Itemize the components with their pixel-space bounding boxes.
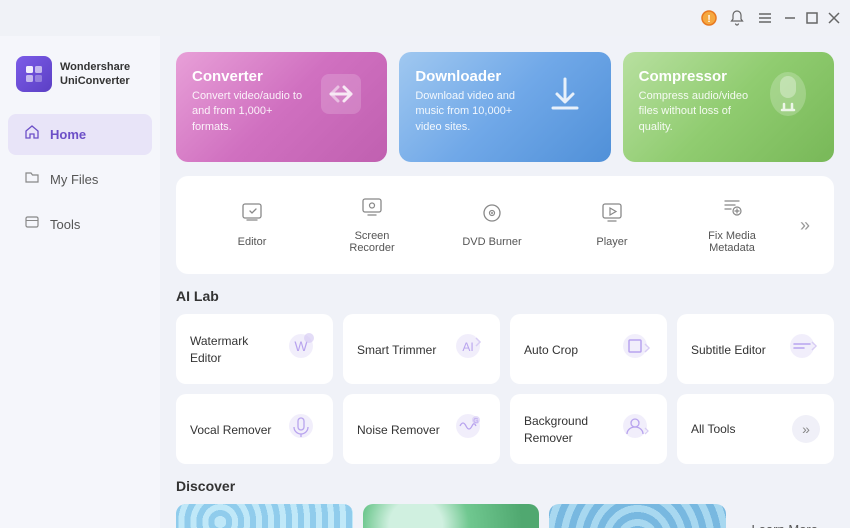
discover-learn-more[interactable]: Learn More » — [736, 514, 835, 528]
sidebar-item-myfiles[interactable]: My Files — [8, 159, 152, 200]
menu-icon[interactable] — [754, 7, 776, 29]
sidebar-item-home[interactable]: Home — [8, 114, 152, 155]
sidebar-tools-label: Tools — [50, 217, 80, 232]
downloader-icon — [535, 64, 595, 136]
discover-thumb-1[interactable] — [176, 504, 353, 528]
auto-crop-label: Auto Crop — [524, 342, 578, 359]
notification-icon[interactable]: ! — [698, 7, 720, 29]
svg-text:!: ! — [707, 14, 710, 25]
ai-lab-grid: Watermark Editor W Smart Trimmer — [176, 314, 834, 464]
ai-background-remover[interactable]: Background Remover — [510, 394, 667, 464]
sidebar-home-label: Home — [50, 127, 86, 142]
tools-icon — [24, 214, 40, 235]
discover-thumb-2[interactable] — [363, 504, 540, 528]
titlebar-controls: ! — [698, 7, 842, 29]
noise-remover-label: Noise Remover — [357, 422, 440, 439]
player-label: Player — [596, 236, 627, 248]
discover-thumb-3-inner — [549, 504, 726, 528]
home-icon — [24, 124, 40, 145]
editor-icon — [241, 202, 263, 230]
tools-row: Editor Screen Recorder — [176, 176, 834, 274]
discover-thumb-2-inner — [363, 504, 540, 528]
screen-recorder-icon — [361, 196, 383, 224]
ai-auto-crop[interactable]: Auto Crop — [510, 314, 667, 384]
downloader-title: Downloader — [415, 68, 534, 85]
all-tools-label: All Tools — [691, 422, 735, 436]
compressor-icon — [758, 64, 818, 136]
discover-section: Discover Learn More » — [176, 478, 834, 528]
dvd-burner-label: DVD Burner — [462, 236, 521, 248]
learn-more-label: Learn More — [752, 522, 818, 528]
ai-all-tools[interactable]: All Tools » — [677, 394, 834, 464]
discover-thumb-1-inner — [176, 504, 353, 528]
crop-icon — [617, 328, 653, 372]
vocal-remover-label: Vocal Remover — [190, 422, 271, 439]
subtitle-editor-label: Subtitle Editor — [691, 342, 766, 359]
sidebar: Wondershare UniConverter Home My Files — [0, 36, 160, 528]
converter-desc: Convert video/audio to and from 1,000+ f… — [192, 89, 311, 135]
myfiles-icon — [24, 169, 40, 190]
fix-media-label: Fix Media Metadata — [692, 230, 772, 254]
converter-card[interactable]: Converter Convert video/audio to and fro… — [176, 52, 387, 162]
svg-text:AI: AI — [462, 340, 473, 354]
ai-smart-trimmer[interactable]: Smart Trimmer AI — [343, 314, 500, 384]
background-remover-label: Background Remover — [524, 413, 614, 447]
titlebar: ! — [0, 0, 850, 36]
bg-icon — [617, 408, 653, 452]
subtitle-icon — [784, 328, 820, 372]
trimmer-icon: AI — [450, 328, 486, 372]
sidebar-item-tools[interactable]: Tools — [8, 204, 152, 245]
smart-trimmer-label: Smart Trimmer — [357, 342, 436, 359]
ai-noise-remover[interactable]: Noise Remover G — [343, 394, 500, 464]
close-button[interactable] — [826, 10, 842, 26]
watermark-icon: W — [283, 328, 319, 372]
tool-player[interactable]: Player — [552, 194, 672, 256]
compressor-title: Compressor — [639, 68, 758, 85]
ai-vocal-remover[interactable]: Vocal Remover — [176, 394, 333, 464]
svg-text:G: G — [473, 418, 478, 425]
noise-icon: G — [450, 408, 486, 452]
downloader-desc: Download video and music from 10,000+ vi… — [415, 89, 534, 135]
tools-more-arrow[interactable]: » — [792, 215, 818, 236]
fix-media-icon — [721, 196, 743, 224]
tool-fix-media[interactable]: Fix Media Metadata — [672, 188, 792, 262]
app-layout: Wondershare UniConverter Home My Files — [0, 36, 850, 528]
downloader-card[interactable]: Downloader Download video and music from… — [399, 52, 610, 162]
converter-title: Converter — [192, 68, 311, 85]
watermark-editor-label: Watermark Editor — [190, 333, 280, 367]
tool-dvd-burner[interactable]: DVD Burner — [432, 194, 552, 256]
converter-card-text: Converter Convert video/audio to and fro… — [192, 68, 311, 135]
main-content: Converter Convert video/audio to and fro… — [160, 36, 850, 528]
all-tools-arrow: » — [792, 415, 820, 443]
minimize-button[interactable] — [782, 10, 798, 26]
ai-watermark-editor[interactable]: Watermark Editor W — [176, 314, 333, 384]
discover-title: Discover — [176, 478, 834, 494]
discover-cards: Learn More » — [176, 504, 834, 528]
converter-icon — [311, 64, 371, 136]
app-logo-text: Wondershare UniConverter — [60, 60, 130, 89]
app-logo-icon — [16, 56, 52, 92]
ai-lab-title: AI Lab — [176, 288, 834, 304]
bell-icon[interactable] — [726, 7, 748, 29]
tool-editor[interactable]: Editor — [192, 194, 312, 256]
downloader-card-text: Downloader Download video and music from… — [415, 68, 534, 135]
vocal-icon — [283, 408, 319, 452]
ai-lab-section: AI Lab Watermark Editor W Smart Tr — [176, 288, 834, 464]
compressor-desc: Compress audio/video files without loss … — [639, 89, 758, 135]
top-cards: Converter Convert video/audio to and fro… — [176, 52, 834, 162]
sidebar-myfiles-label: My Files — [50, 172, 98, 187]
tool-screen-recorder[interactable]: Screen Recorder — [312, 188, 432, 262]
ai-subtitle-editor[interactable]: Subtitle Editor — [677, 314, 834, 384]
maximize-button[interactable] — [804, 10, 820, 26]
screen-recorder-label: Screen Recorder — [332, 230, 412, 254]
compressor-card[interactable]: Compressor Compress audio/video files wi… — [623, 52, 834, 162]
player-icon — [601, 202, 623, 230]
sidebar-logo: Wondershare UniConverter — [0, 48, 160, 112]
editor-label: Editor — [238, 236, 267, 248]
discover-thumb-3[interactable] — [549, 504, 726, 528]
dvd-burner-icon — [481, 202, 503, 230]
compressor-card-text: Compressor Compress audio/video files wi… — [639, 68, 758, 135]
